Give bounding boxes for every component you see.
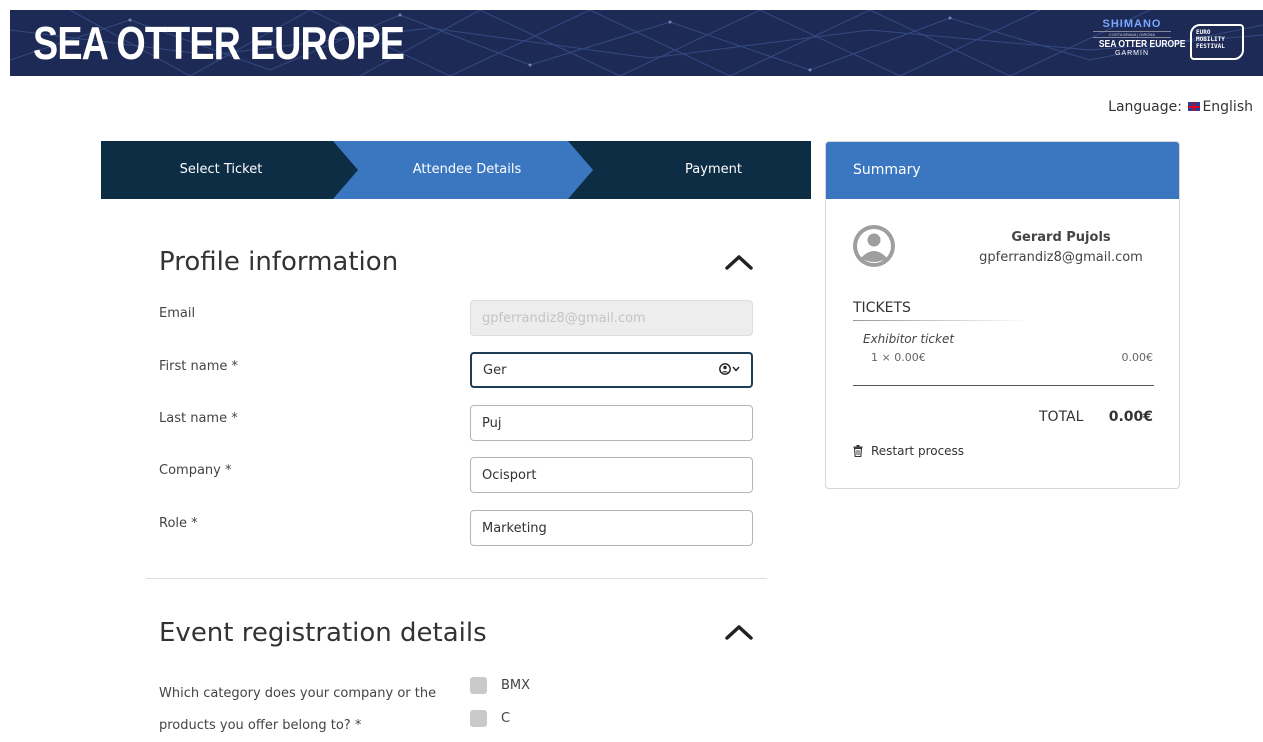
category-checkbox-bmx[interactable] (470, 677, 487, 694)
restart-process-label: Restart process (871, 444, 965, 458)
first-name-field[interactable] (470, 352, 753, 388)
user-avatar-icon (853, 225, 895, 267)
euro-mobility-festival-logo[interactable]: EURO MOBILITY FESTIVAL (1190, 24, 1244, 60)
email-label: Email (159, 306, 196, 321)
user-email: gpferrandiz8@gmail.com (979, 250, 1143, 265)
summary-title: Summary (853, 162, 921, 178)
category-question-label: Which category does your company or the … (159, 686, 437, 733)
sponsor-logo-subtitle: COSTA BRAVA | GIRONA (1093, 31, 1171, 38)
summary-divider (853, 385, 1154, 386)
last-name-field[interactable] (470, 405, 753, 441)
uk-flag-icon (1188, 102, 1201, 111)
total-label: TOTAL (1039, 409, 1084, 425)
step-payment[interactable]: Payment (601, 141, 826, 199)
checkout-steps: Select Ticket Attendee Details Payment (101, 141, 811, 199)
company-label: Company * (159, 463, 232, 478)
language-selector[interactable]: Language: English (1108, 99, 1253, 115)
summary-panel: Summary Gerard Pujols gpferrandiz8@gmail… (825, 141, 1180, 489)
trash-icon (853, 445, 863, 458)
brand-title[interactable]: SEA OTTER EUROPE (33, 18, 405, 68)
tickets-heading: TICKETS (853, 300, 911, 316)
festival-logo-line3: FESTIVAL (1196, 43, 1225, 50)
ticket-price: 0.00€ (1121, 351, 1154, 364)
tickets-heading-rule (853, 320, 1029, 321)
role-field[interactable] (470, 510, 753, 546)
festival-logo-line2: MOBILITY (1196, 36, 1225, 43)
step-attendee-details[interactable]: Attendee Details (351, 141, 583, 199)
collapse-profile-chevron-up-icon[interactable] (724, 252, 754, 272)
sponsor-logo-title: SEA OTTER EUROPE (1098, 39, 1186, 50)
role-label: Role * (159, 516, 198, 531)
first-name-label: First name * (159, 359, 238, 374)
restart-process-button[interactable]: Restart process (853, 444, 964, 458)
category-checkbox-c[interactable] (470, 710, 487, 727)
header-banner: SEA OTTER EUROPE SHIMANO COSTA BRAVA | G… (10, 10, 1263, 76)
section-divider (146, 578, 767, 579)
festival-logo-line1: EURO (1196, 29, 1211, 36)
collapse-event-chevron-up-icon[interactable] (724, 622, 754, 642)
garmin-logo-text: GARMIN (1115, 50, 1149, 57)
user-name: Gerard Pujols (1011, 230, 1111, 245)
ticket-name: Exhibitor ticket (863, 332, 955, 346)
language-value: English (1202, 99, 1253, 115)
sponsor-logo[interactable]: SHIMANO COSTA BRAVA | GIRONA SEA OTTER E… (1093, 18, 1186, 57)
shimano-logo-text: SHIMANO (1102, 18, 1162, 30)
ticket-quantity: 1 × 0.00€ (871, 351, 926, 364)
event-section-title: Event registration details (159, 618, 487, 648)
profile-section-title: Profile information (159, 247, 399, 277)
language-label: Language: (1108, 99, 1182, 115)
category-option-c-label[interactable]: C (501, 711, 510, 726)
last-name-label: Last name * (159, 411, 238, 426)
category-option-bmx-label[interactable]: BMX (501, 678, 530, 693)
summary-header: Summary (826, 142, 1179, 199)
autofill-contact-icon[interactable] (718, 362, 742, 376)
company-field[interactable] (470, 457, 753, 493)
email-field (470, 300, 753, 336)
step-select-ticket[interactable]: Select Ticket (101, 141, 341, 199)
total-value: 0.00€ (1108, 409, 1153, 425)
